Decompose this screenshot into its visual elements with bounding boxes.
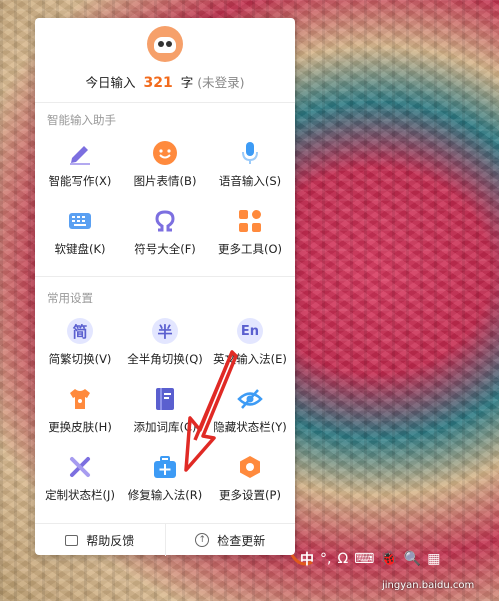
skin-icon[interactable]: 🐞 — [380, 551, 397, 567]
watermark: jingyan.baidu.com — [382, 580, 475, 591]
keyboard-icon[interactable]: ⌨ — [354, 551, 374, 567]
search-icon[interactable]: 🔍 — [404, 551, 421, 567]
ime-status-bar[interactable]: 中 °, Ω ⌨ 🐞 🔍 ▦ — [300, 548, 476, 570]
punctuation-icon[interactable]: °, — [320, 551, 331, 567]
chinese-mode-toggle[interactable]: 中 — [300, 549, 314, 569]
red-annotation-arrows — [184, 350, 313, 566]
symbol-icon[interactable]: Ω — [337, 551, 348, 567]
menu-grid-icon[interactable]: ▦ — [427, 551, 440, 567]
